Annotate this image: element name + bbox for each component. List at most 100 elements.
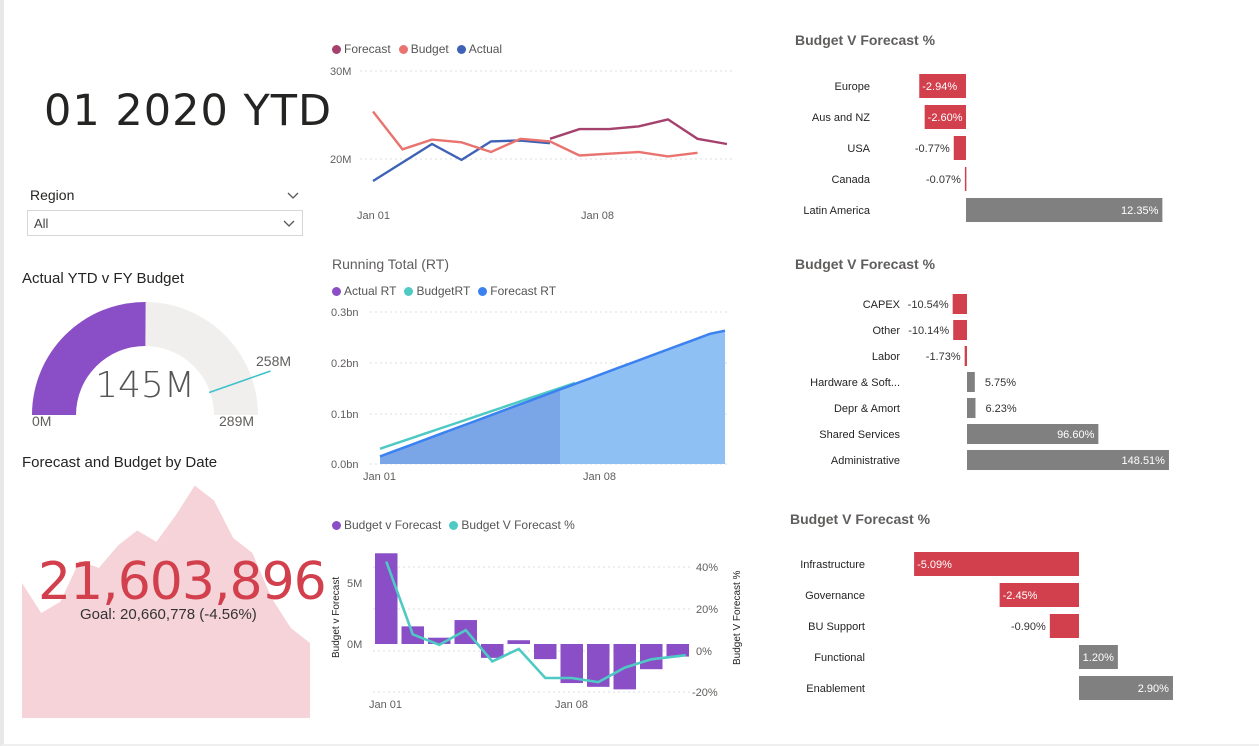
region-bar-chart-title: Budget V Forecast %: [795, 32, 936, 48]
bar-category-label: USA: [847, 143, 870, 155]
gauge-chart[interactable]: 145M 0M 289M 258M: [20, 295, 310, 435]
running-total-series-group: [379, 329, 726, 464]
bar[interactable]: [964, 167, 967, 191]
bar-category-label: Administrative: [831, 455, 900, 467]
bar-category-label: Shared Services: [819, 429, 900, 441]
bar-category-label: Labor: [872, 351, 900, 363]
y-tick-label: 30M: [330, 66, 351, 78]
bar-value-label: 5.75%: [985, 377, 1016, 389]
legend-dot: [332, 44, 341, 54]
kpi-value[interactable]: 21,603,896: [38, 552, 327, 612]
running-total-legend: Actual RT BudgetRT Forecast RT: [332, 284, 556, 298]
y-tick-label: 20M: [330, 154, 351, 166]
legend-dot: [449, 520, 459, 530]
legend-dot: [404, 286, 414, 296]
bar[interactable]: [964, 346, 967, 366]
bar-category-label: Infrastructure: [800, 559, 865, 571]
legend-label: Forecast: [344, 42, 391, 56]
gauge-max-label: 289M: [219, 413, 254, 429]
bar-value-label: 2.90%: [1138, 683, 1169, 695]
legend-label: Budget V Forecast %: [461, 518, 575, 532]
gauge-value: 145M: [95, 365, 195, 406]
bar-category-label: Functional: [814, 652, 865, 664]
line-chart[interactable]: 30M 20M Jan 01 Jan 08: [325, 58, 745, 228]
bar[interactable]: [1049, 614, 1079, 638]
y-tick-label: 0%: [696, 646, 712, 658]
legend-dot: [332, 286, 341, 296]
legend-label: Budget: [410, 42, 449, 56]
bar[interactable]: [952, 294, 967, 314]
function-bars-group: Infrastructure -5.09% Governance -2.45% BU S…: [800, 552, 1173, 700]
combo-bar[interactable]: [640, 644, 663, 670]
x-tick-label: Jan 08: [583, 471, 616, 483]
legend-label: Forecast RT: [490, 284, 557, 298]
line-series-forecast: [549, 118, 728, 146]
bar-value-label: -0.77%: [915, 143, 950, 155]
bar-value-label: 96.60%: [1057, 429, 1095, 441]
kpi-goal: Goal: 20,660,778 (-4.56%): [80, 606, 257, 623]
legend-item-budget-rt[interactable]: BudgetRT: [404, 284, 470, 298]
bar-value-label: 6.23%: [985, 403, 1016, 415]
function-bar-chart[interactable]: Infrastructure -5.09% Governance -2.45% BU S…: [780, 545, 1240, 705]
kpi-title: Forecast and Budget by Date: [22, 454, 218, 471]
gauge-title: Actual YTD v FY Budget: [22, 270, 185, 287]
x-tick-label: Jan 01: [363, 471, 396, 483]
y-tick-label: 0.3bn: [331, 307, 359, 319]
legend-dot: [332, 520, 341, 530]
bar-value-label: -0.07%: [926, 174, 961, 186]
legend-item-forecast-rt[interactable]: Forecast RT: [478, 284, 556, 298]
page-title: 01 2020 YTD: [44, 86, 333, 136]
legend-item-actual-rt[interactable]: Actual RT: [332, 284, 396, 298]
legend-dot: [456, 44, 466, 54]
bar[interactable]: [953, 136, 966, 160]
legend-item-actual[interactable]: Actual: [456, 42, 502, 56]
combo-bar[interactable]: [375, 553, 398, 644]
chevron-down-icon: [283, 220, 295, 227]
bar[interactable]: [967, 372, 975, 392]
bar-category-label: Governance: [805, 590, 865, 602]
bar-value-label: -1.73%: [926, 351, 961, 363]
y-tick-label: 0M: [347, 639, 362, 651]
y-axis-left-title: Budget v Forecast: [331, 577, 342, 658]
legend-item-forecast[interactable]: Forecast: [332, 42, 391, 56]
region-slicer-value: All: [34, 216, 49, 231]
running-total-chart[interactable]: 0.3bn 0.2bn 0.1bn 0.0bn Jan 01 Jan 08: [325, 300, 745, 490]
x-tick-label: Jan 08: [581, 210, 614, 222]
combo-chart[interactable]: Budget v Forecast Budget V Forecast % 5M…: [325, 535, 750, 715]
region-slicer-dropdown[interactable]: All: [27, 210, 303, 236]
bar-category-label: Enablement: [806, 683, 865, 695]
legend-dot: [398, 44, 408, 54]
legend-item-budget-v-forecast-pct[interactable]: Budget V Forecast %: [449, 518, 575, 532]
bar[interactable]: [953, 320, 967, 340]
bar-category-label: Other: [872, 325, 900, 337]
combo-bar[interactable]: [534, 644, 557, 660]
kpi-status-indicator: !: [285, 572, 290, 589]
combo-bar[interactable]: [507, 640, 531, 644]
chevron-down-icon[interactable]: [286, 188, 300, 202]
bar-value-label: -10.54%: [908, 299, 949, 311]
bar-category-label: Canada: [831, 174, 870, 186]
bar-category-label: Aus and NZ: [812, 112, 870, 124]
bar-value-label: -2.60%: [928, 112, 963, 124]
bar-value-label: -2.45%: [1003, 590, 1038, 602]
bar-value-label: -10.14%: [908, 325, 949, 337]
legend-item-budget[interactable]: Budget: [398, 42, 449, 56]
bar-value-label: 12.35%: [1121, 205, 1159, 217]
bar-value-label: -5.09%: [917, 559, 952, 571]
legend-item-budget-v-forecast[interactable]: Budget v Forecast: [332, 518, 441, 532]
combo-chart-legend: Budget v Forecast Budget V Forecast %: [332, 518, 575, 532]
bar-category-label: CAPEX: [863, 299, 901, 311]
y-axis-right-title: Budget V Forecast %: [732, 570, 743, 665]
y-tick-label: 40%: [696, 562, 718, 574]
bar[interactable]: [967, 398, 976, 418]
category-bars-group: CAPEX -10.54% Other -10.14% Labor -1.73% Hardw…: [810, 294, 1169, 470]
category-bar-chart[interactable]: CAPEX -10.54% Other -10.14% Labor -1.73% Hardw…: [780, 285, 1240, 480]
legend-label: Actual RT: [344, 284, 397, 298]
bar-value-label: -2.94%: [922, 81, 957, 93]
region-bar-chart[interactable]: Europe -2.94% Aus and NZ -2.60% USA -0.77% Can…: [780, 60, 1240, 240]
bar-value-label: 148.51%: [1122, 455, 1166, 467]
bar-value-label: 1.20%: [1083, 652, 1114, 664]
bar-category-label: Depr & Amort: [834, 403, 900, 415]
region-slicer-label: Region: [30, 187, 75, 203]
bar-value-label: -0.90%: [1011, 621, 1046, 633]
